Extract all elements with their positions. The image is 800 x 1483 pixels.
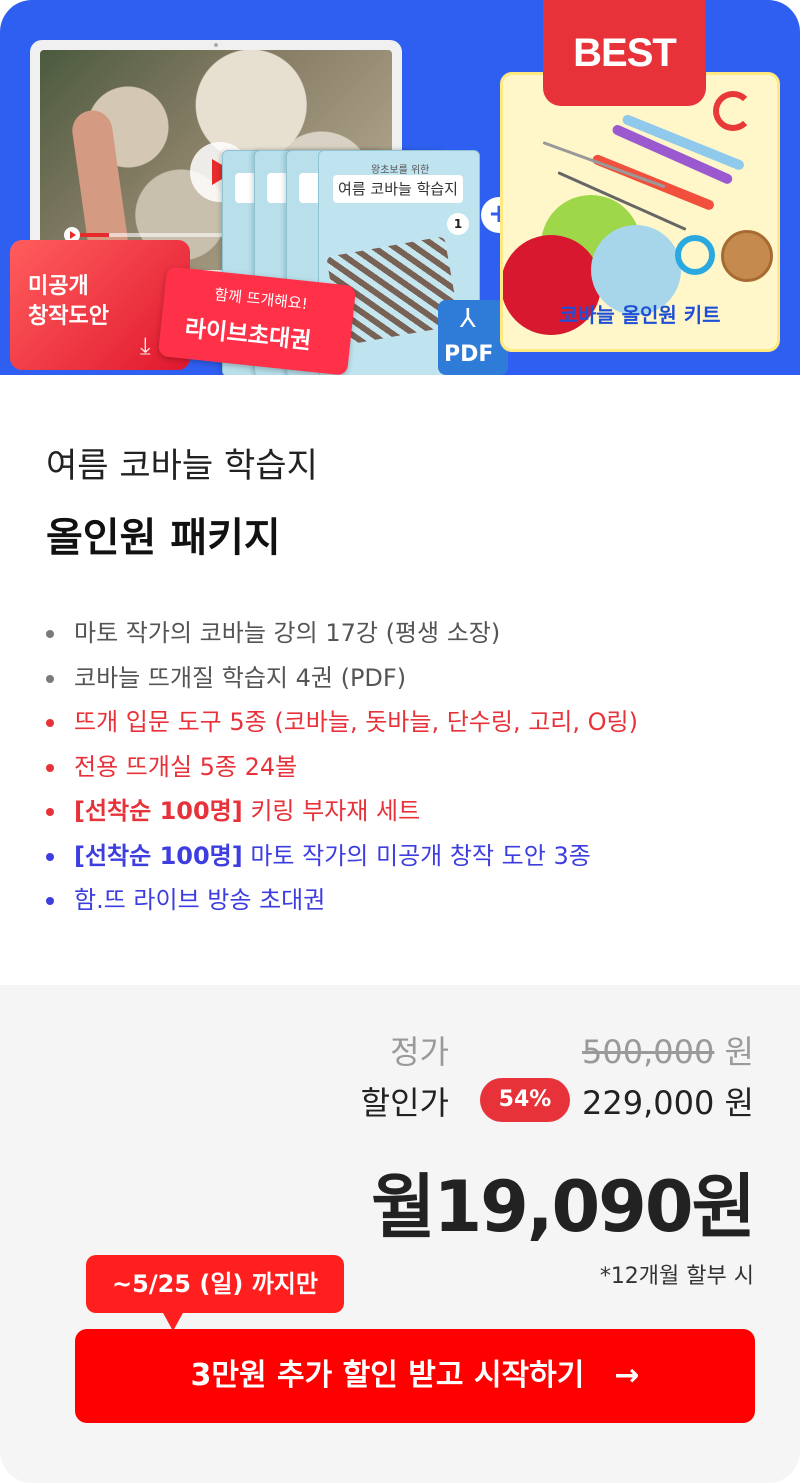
download-icon: ⤓ [140, 332, 151, 360]
bullet-icon [46, 852, 54, 861]
product-title-line2: 올인원 패키지 [46, 515, 281, 561]
product-card: 왕초보를 위한 여름 코바늘 학습지 1 ⅄ PDF 미공개 창작도안 ⤓ 함께… [0, 0, 800, 1483]
original-price-currency: 원 [724, 1033, 754, 1071]
pdf-icon: ⅄ PDF [438, 300, 508, 375]
deadline-text: ~5/25 (일) 까지만 [112, 1270, 318, 1298]
original-price-label: 정가 [390, 1033, 449, 1071]
workbook-subtitle: 왕초보를 위한 [371, 165, 430, 176]
live-ticket-caption: 함께 뜨개해요! [213, 285, 309, 314]
feature-text: 함.뜨 라이브 방송 초대권 [74, 886, 326, 914]
feature-item: [선착순 100명] 키링 부자재 세트 [46, 789, 638, 834]
workbook-number: 1 [447, 213, 469, 235]
live-ticket-title: 라이브초대권 [183, 315, 313, 355]
deadline-tooltip: ~5/25 (일) 까지만 [86, 1255, 344, 1331]
price-section: 정가 500,000 원 할인가 54% 229,000 원 월19,090원 … [0, 985, 800, 1483]
feature-text: 키링 부자재 세트 [242, 797, 421, 825]
feature-item: 함.뜨 라이브 방송 초대권 [46, 878, 638, 923]
acrobat-icon: ⅄ [460, 304, 476, 334]
cta-label: 3만원 추가 할인 받고 시작하기 [190, 1358, 585, 1393]
feature-item: 코바늘 뜨개질 학습지 4권 (PDF) [46, 656, 638, 701]
pdf-label: PDF [444, 342, 494, 367]
bullet-icon [46, 763, 54, 772]
feature-highlight: [선착순 100명] [74, 797, 243, 825]
hero-banner: 왕초보를 위한 여름 코바늘 학습지 1 ⅄ PDF 미공개 창작도안 ⤓ 함께… [0, 0, 800, 375]
feature-item: 마토 작가의 코바늘 강의 17강 (평생 소장) [46, 611, 638, 656]
product-title-line1: 여름 코바늘 학습지 [46, 446, 318, 486]
feature-text: 뜨개 입문 도구 5종 (코바늘, 돗바늘, 단수링, 고리, O링) [74, 708, 638, 736]
feature-text: 마토 작가의 미공개 창작 도안 3종 [242, 841, 591, 870]
bullet-icon [46, 897, 54, 905]
tablet-camera [214, 43, 218, 47]
feature-text: 전용 뜨개실 5종 24볼 [74, 752, 298, 781]
bullet-icon [46, 674, 54, 683]
pattern-ticket-line: 미공개 창작도안 [28, 274, 109, 329]
feature-text: 마토 작가의 코바늘 강의 17강 (평생 소장) [74, 619, 501, 647]
feature-item: 전용 뜨개실 5종 24볼 [46, 745, 638, 790]
live-invite-ticket: 함께 뜨개해요! 라이브초대권 [157, 266, 357, 375]
sale-price-label: 할인가 [360, 1084, 449, 1122]
bullet-icon [46, 808, 54, 816]
all-in-one-kit-box: 코바늘 올인원 키트 [500, 72, 780, 352]
workbook-title: 여름 코바늘 학습지 [333, 175, 463, 203]
start-discount-button[interactable]: 3만원 추가 할인 받고 시작하기 → [75, 1329, 755, 1423]
kit-label: 코바늘 올인원 키트 [559, 303, 721, 327]
feature-item: 뜨개 입문 도구 5종 (코바늘, 돗바늘, 단수링, 고리, O링) [46, 700, 638, 745]
installment-note: *12개월 할부 시 [599, 1264, 754, 1289]
feature-highlight: [선착순 100명] [74, 841, 243, 870]
stitch-marker-icon [713, 91, 753, 131]
original-price: 500,000 원 [582, 1027, 754, 1073]
feature-text: 코바늘 뜨개질 학습지 4권 (PDF) [74, 663, 407, 692]
best-badge: BEST [543, 0, 706, 106]
tooltip-tail [162, 1311, 184, 1331]
feature-list: 마토 작가의 코바늘 강의 17강 (평생 소장) 코바늘 뜨개질 학습지 4권 … [46, 611, 638, 923]
wooden-button-icon [721, 230, 773, 282]
monthly-price: 월19,090원 [371, 1166, 756, 1248]
lobster-clasp-icon [675, 235, 715, 275]
pattern-ticket-label: 미공개 창작도안 [28, 272, 109, 332]
sale-price: 229,000 원 [582, 1084, 754, 1122]
product-info: 여름 코바늘 학습지 올인원 패키지 마토 작가의 코바늘 강의 17강 (평생… [0, 375, 800, 985]
arrow-right-icon: → [614, 1358, 640, 1393]
bullet-icon [46, 630, 54, 638]
discount-badge: 54% [480, 1078, 570, 1122]
original-price-value: 500,000 [582, 1033, 715, 1071]
feature-item: [선착순 100명] 마토 작가의 미공개 창작 도안 3종 [46, 834, 638, 879]
bullet-icon [46, 719, 54, 727]
